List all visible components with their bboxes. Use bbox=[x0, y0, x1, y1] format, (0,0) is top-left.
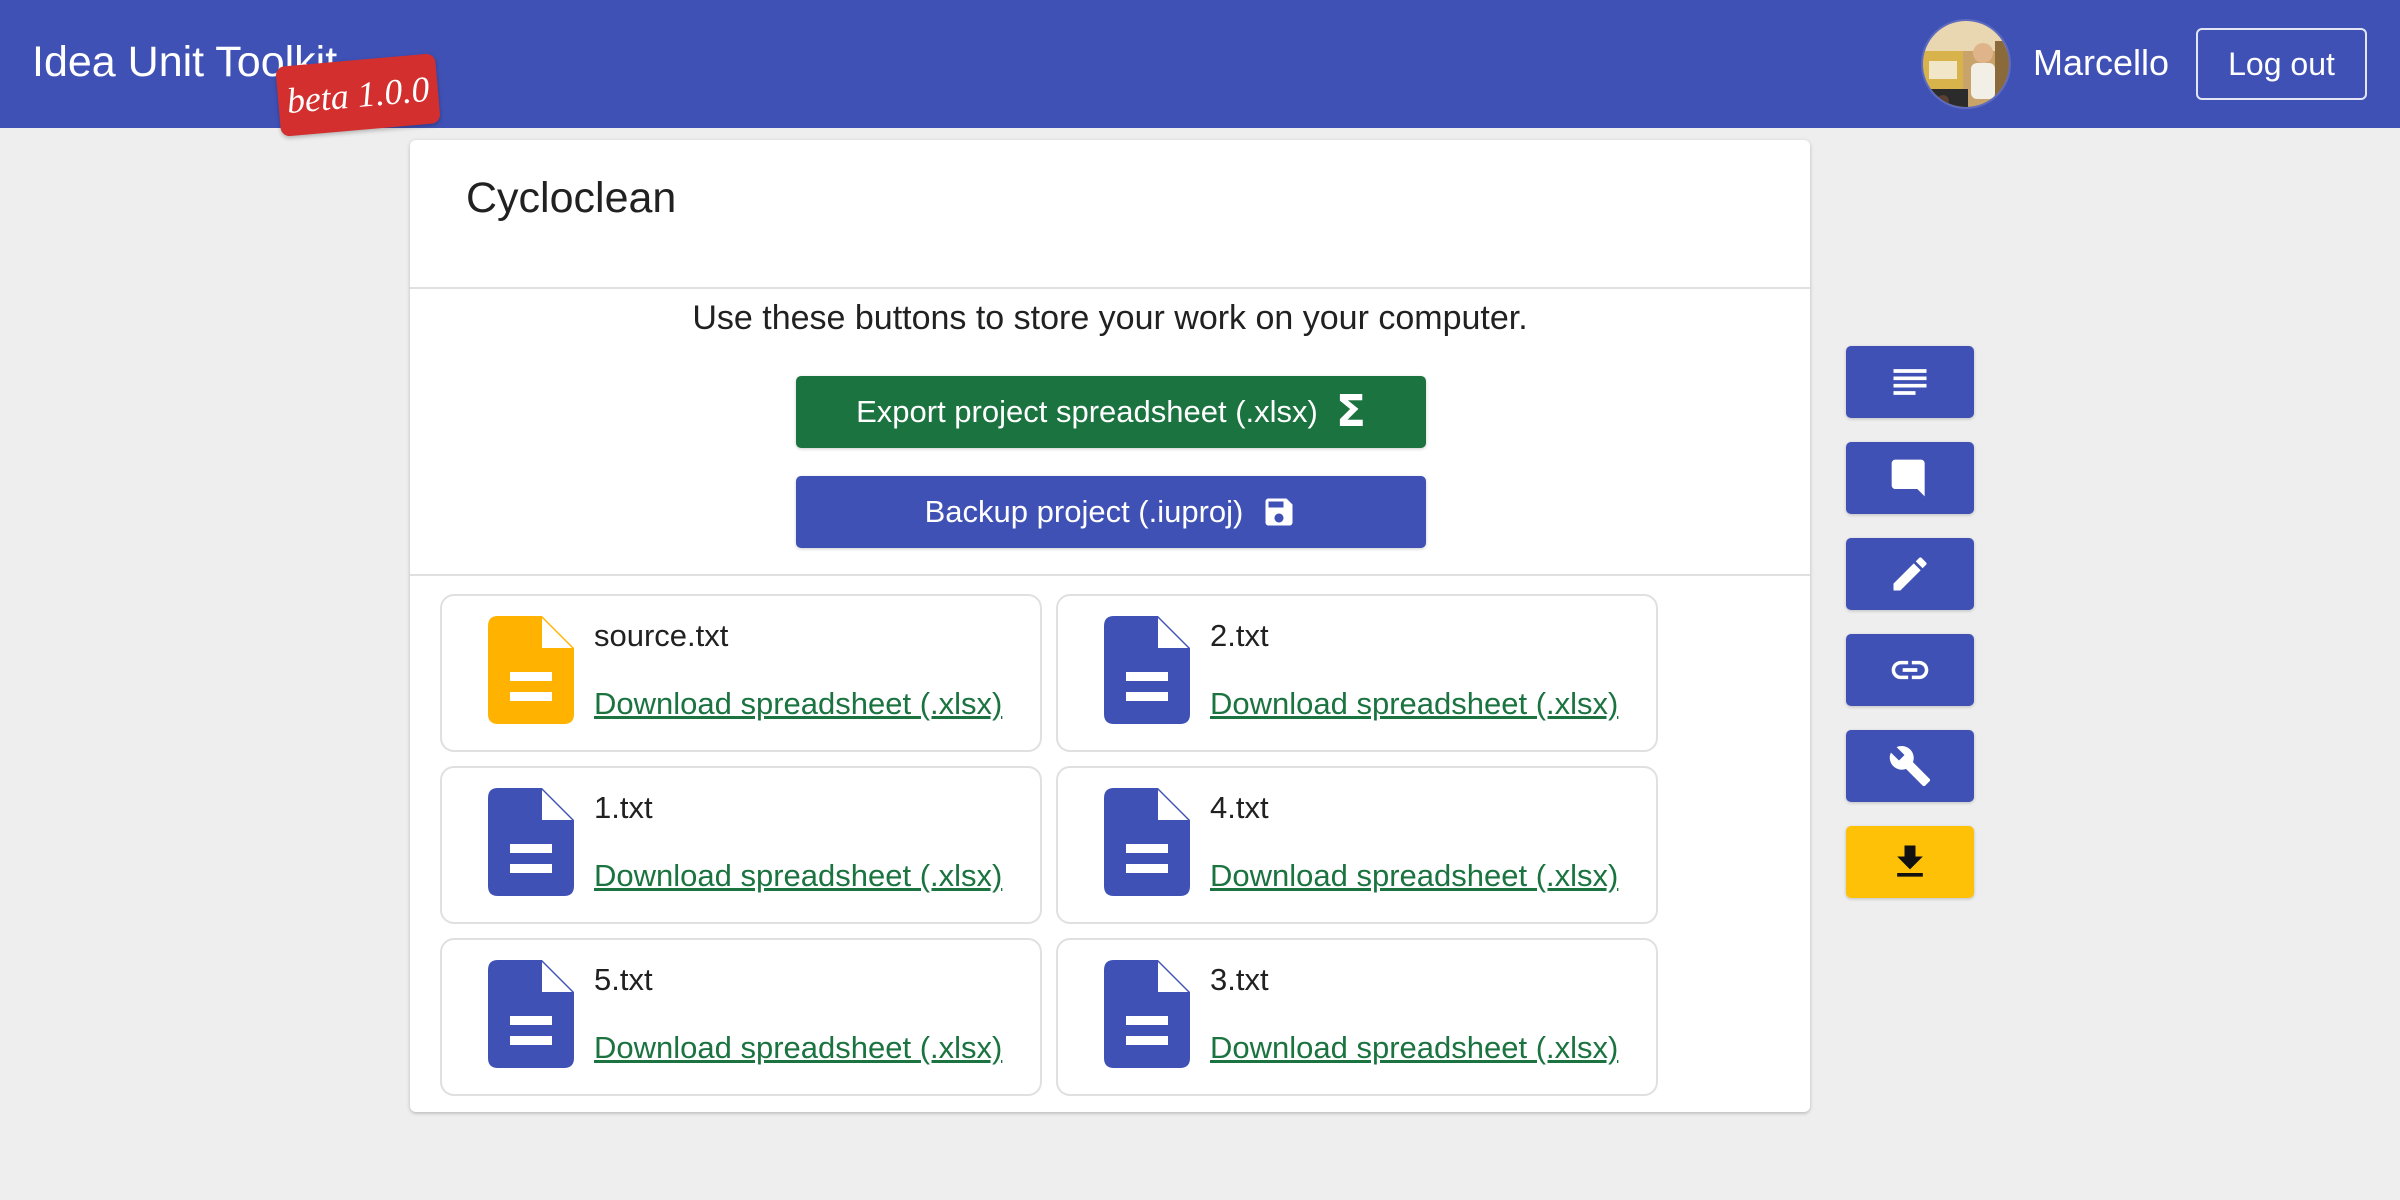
logout-button[interactable]: Log out bbox=[2196, 28, 2367, 100]
link-icon bbox=[1891, 660, 1929, 680]
download-spreadsheet-link[interactable]: Download spreadsheet (.xlsx) bbox=[1210, 856, 1618, 896]
file-name: 3.txt bbox=[1210, 962, 1269, 997]
download-spreadsheet-link[interactable]: Download spreadsheet (.xlsx) bbox=[594, 1028, 1002, 1068]
document-icon bbox=[488, 960, 574, 1068]
divider bbox=[410, 287, 1810, 289]
project-title: Cycloclean bbox=[466, 174, 677, 222]
document-icon bbox=[1104, 616, 1190, 724]
project-card: Cycloclean Use these buttons to store yo… bbox=[410, 140, 1810, 1112]
comment-icon bbox=[1891, 459, 1925, 497]
divider bbox=[410, 574, 1810, 576]
file-card: source.txt Download spreadsheet (.xlsx) bbox=[440, 594, 1042, 752]
pencil-icon bbox=[1893, 557, 1927, 591]
wrench-icon bbox=[1889, 746, 1931, 787]
comments-button[interactable] bbox=[1846, 442, 1974, 514]
file-name: 2.txt bbox=[1210, 618, 1269, 653]
document-icon bbox=[488, 788, 574, 896]
side-toolbar bbox=[1846, 346, 1974, 900]
file-card: 3.txt Download spreadsheet (.xlsx) bbox=[1056, 938, 1658, 1096]
export-spreadsheet-button[interactable]: Export project spreadsheet (.xlsx) Σ bbox=[796, 376, 1426, 448]
document-icon bbox=[488, 616, 574, 724]
download-spreadsheet-link[interactable]: Download spreadsheet (.xlsx) bbox=[1210, 684, 1618, 724]
download-spreadsheet-link[interactable]: Download spreadsheet (.xlsx) bbox=[594, 856, 1002, 896]
avatar[interactable] bbox=[1921, 19, 2011, 109]
file-card: 2.txt Download spreadsheet (.xlsx) bbox=[1056, 594, 1658, 752]
document-icon bbox=[1104, 788, 1190, 896]
download-spreadsheet-link[interactable]: Download spreadsheet (.xlsx) bbox=[1210, 1028, 1618, 1068]
backup-project-label: Backup project (.iuproj) bbox=[924, 494, 1244, 529]
edit-button[interactable] bbox=[1846, 538, 1974, 610]
link-button[interactable] bbox=[1846, 634, 1974, 706]
beta-badge: beta 1.0.0 bbox=[275, 53, 441, 137]
file-card: 4.txt Download spreadsheet (.xlsx) bbox=[1056, 766, 1658, 924]
storage-info-text: Use these buttons to store your work on … bbox=[692, 299, 1528, 337]
app-bar: Idea Unit Toolkit beta 1.0.0 Marcello Lo… bbox=[0, 0, 2400, 137]
settings-button[interactable] bbox=[1846, 730, 1974, 802]
user-name: Marcello bbox=[2033, 42, 2170, 83]
file-name: 1.txt bbox=[594, 790, 653, 825]
file-name: source.txt bbox=[594, 618, 729, 653]
text-view-button[interactable] bbox=[1846, 346, 1974, 418]
file-card: 1.txt Download spreadsheet (.xlsx) bbox=[440, 766, 1042, 924]
file-name: 5.txt bbox=[594, 962, 653, 997]
save-icon bbox=[1265, 498, 1293, 526]
backup-project-button[interactable]: Backup project (.iuproj) bbox=[796, 476, 1426, 548]
sigma-icon: Σ bbox=[1335, 386, 1366, 437]
document-icon bbox=[1104, 960, 1190, 1068]
export-spreadsheet-label: Export project spreadsheet (.xlsx) bbox=[856, 394, 1318, 429]
download-icon bbox=[1897, 845, 1923, 877]
text-lines-icon bbox=[1893, 369, 1927, 395]
download-button[interactable] bbox=[1846, 826, 1974, 898]
download-spreadsheet-link[interactable]: Download spreadsheet (.xlsx) bbox=[594, 684, 1002, 724]
file-list: source.txt Download spreadsheet (.xlsx) … bbox=[440, 594, 1672, 1096]
file-card: 5.txt Download spreadsheet (.xlsx) bbox=[440, 938, 1042, 1096]
avatar-image bbox=[1923, 21, 2009, 107]
file-name: 4.txt bbox=[1210, 790, 1269, 825]
